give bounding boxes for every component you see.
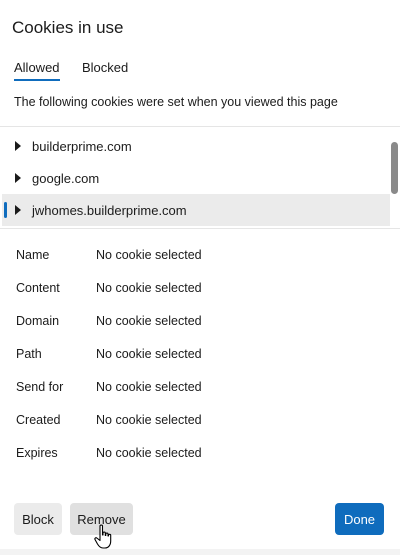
detail-label: Send for [16, 380, 64, 394]
detail-row-name: Name No cookie selected [16, 246, 376, 266]
detail-label: Name [16, 248, 50, 262]
detail-value: No cookie selected [96, 413, 202, 427]
detail-value: No cookie selected [96, 347, 202, 361]
detail-label: Domain [16, 314, 60, 328]
tree-item-jwhomes[interactable]: jwhomes.builderprime.com [2, 194, 390, 226]
detail-row-expires: Expires No cookie selected [16, 444, 376, 464]
detail-label: Content [16, 281, 60, 295]
caret-right-icon[interactable] [15, 141, 21, 151]
tree-scrollbar[interactable] [391, 142, 398, 194]
tab-blocked[interactable]: Blocked [82, 60, 128, 75]
detail-value: No cookie selected [96, 314, 202, 328]
detail-row-domain: Domain No cookie selected [16, 312, 376, 332]
detail-row-content: Content No cookie selected [16, 279, 376, 299]
cookie-tree: builderprime.com google.com jwhomes.buil… [0, 128, 392, 227]
tree-item-google[interactable]: google.com [2, 162, 390, 194]
caret-right-icon[interactable] [15, 205, 21, 215]
tree-item-label: google.com [32, 170, 100, 186]
caret-right-icon[interactable] [15, 173, 21, 183]
block-button[interactable]: Block [14, 503, 62, 535]
detail-row-send-for: Send for No cookie selected [16, 378, 376, 398]
hand-pointer-icon [94, 524, 112, 549]
tree-item-label: builderprime.com [32, 138, 132, 154]
detail-label: Created [16, 413, 61, 427]
detail-label: Path [16, 347, 42, 361]
detail-row-path: Path No cookie selected [16, 345, 376, 365]
divider [0, 228, 400, 229]
tree-item-label: jwhomes.builderprime.com [32, 202, 187, 218]
detail-value: No cookie selected [96, 248, 202, 262]
cookies-dialog: Cookies in use Allowed Blocked The follo… [0, 0, 400, 555]
divider [0, 126, 400, 127]
footer-strip [0, 549, 400, 555]
tree-item-builderprime[interactable]: builderprime.com [2, 130, 390, 162]
detail-value: No cookie selected [96, 446, 202, 460]
tab-allowed[interactable]: Allowed [14, 60, 60, 81]
cookies-description: The following cookies were set when you … [14, 95, 338, 109]
detail-row-created: Created No cookie selected [16, 411, 376, 431]
detail-value: No cookie selected [96, 380, 202, 394]
done-button[interactable]: Done [335, 503, 384, 535]
detail-label: Expires [16, 446, 58, 460]
detail-value: No cookie selected [96, 281, 202, 295]
dialog-title: Cookies in use [12, 18, 124, 37]
